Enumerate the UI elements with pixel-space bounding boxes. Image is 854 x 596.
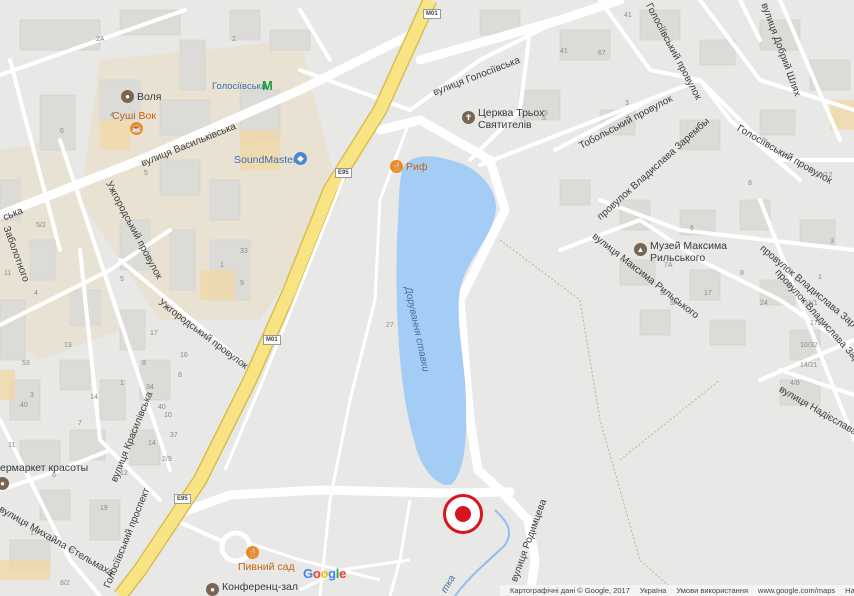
house-number: 37 [170, 432, 178, 439]
house-number: 8 [740, 270, 744, 277]
poi-supermarket[interactable]: ермаркет красоты [0, 463, 88, 474]
volia-pin-icon[interactable]: ● [121, 90, 134, 103]
report-link[interactable]: Надіслати [845, 586, 854, 595]
house-number: 5 [542, 115, 546, 122]
konferents-zal-icon[interactable]: ● [206, 583, 219, 596]
house-number: 2А [96, 36, 105, 43]
house-number: 53 [22, 360, 30, 367]
house-number: 1 [120, 380, 124, 387]
road-shield-m01-top: M01 [423, 9, 441, 19]
house-number: 17 [150, 330, 158, 337]
poi-volia[interactable]: Воля [137, 92, 161, 103]
house-number: 6 [60, 128, 64, 135]
google-letter: G [303, 566, 313, 581]
house-number: 17 [30, 530, 38, 537]
house-number: 17/4 [810, 320, 824, 327]
house-number: 9А [670, 300, 679, 307]
house-number: 4 [110, 112, 114, 119]
house-number: 5/2 [36, 222, 46, 229]
poi-soundmaster[interactable]: SoundMaster [234, 155, 296, 166]
house-number: 8 [178, 372, 182, 379]
house-number: 9 [240, 280, 244, 287]
house-number: 3 [660, 290, 664, 297]
google-letter: g [328, 566, 336, 581]
attribution-text: Картографічні дані © Google, 2017 [510, 586, 630, 595]
metro-icon[interactable]: M [262, 78, 273, 93]
road-shield-e95-top: E95 [335, 168, 352, 178]
house-number: 2/9 [162, 456, 172, 463]
house-number: 27 [386, 322, 394, 329]
house-number: 11 [4, 270, 12, 277]
house-number: 5 [144, 170, 148, 177]
house-number: 24 [760, 300, 768, 307]
house-number: 67 [598, 50, 606, 57]
church-icon[interactable]: ✝ [462, 111, 475, 124]
house-number: 14 [148, 440, 156, 447]
museum-icon[interactable]: ▲ [634, 243, 647, 256]
house-number: 5 [70, 548, 74, 555]
poi-tserkva-line1[interactable]: Церква Трьох [478, 108, 544, 119]
google-letter: o [320, 566, 329, 581]
house-number: 6 [690, 225, 694, 232]
house-number: 8/2 [60, 580, 70, 587]
house-number: 51/1 [804, 300, 818, 307]
house-number: 41 [560, 48, 568, 55]
poi-konferents-zal[interactable]: Конференц-зал [222, 582, 298, 593]
house-number: 40 [158, 404, 166, 411]
poi-rif[interactable]: Риф [406, 162, 428, 173]
poi-muzei-line2[interactable]: Рильського [650, 253, 705, 264]
house-number: 5 [120, 276, 124, 283]
house-number: 7А [664, 262, 673, 269]
sushi-vok-cup-icon[interactable]: ☕ [130, 122, 143, 135]
house-number: 17 [704, 290, 712, 297]
terms-link[interactable]: Умови використання [676, 586, 748, 595]
metro-station-label[interactable]: Голосіївська [212, 82, 266, 92]
house-number: 3 [625, 100, 629, 107]
house-number: 11 [8, 442, 16, 449]
house-number: 4/8 [790, 380, 800, 387]
poi-tserkva-line2[interactable]: Святителів [478, 120, 532, 131]
house-number: 7 [78, 420, 82, 427]
house-number: 41 [624, 12, 632, 19]
house-number: 1 [818, 274, 822, 281]
road-shield-m01-mid: M01 [263, 335, 281, 345]
house-number: 20/12 [815, 172, 833, 179]
marker-center-dot [455, 506, 471, 522]
house-number: 3 [830, 238, 834, 245]
house-number: 33 [240, 248, 248, 255]
house-number: 14/21 [800, 362, 818, 369]
map-canvas[interactable]: вулиця Голосіївська вулиця Васильківська… [0, 0, 854, 596]
house-number: 8 [748, 180, 752, 187]
house-number: 2 [232, 36, 236, 43]
house-number: 14 [90, 394, 98, 401]
country-link[interactable]: Україна [640, 586, 666, 595]
poi-sushi-vok[interactable]: Суші Вок [112, 111, 156, 122]
house-number: 8 [142, 360, 146, 367]
selected-location-marker[interactable] [443, 494, 483, 534]
pyvnyi-sad-icon[interactable]: 🍴 [246, 546, 259, 559]
house-number: 6 [52, 472, 56, 479]
attribution-bar: Картографічні дані © Google, 2017 Україн… [500, 585, 854, 596]
poi-muzei-line1[interactable]: Музей Максима [650, 241, 727, 252]
google-logo: Google [303, 566, 346, 581]
house-number: 12 [120, 470, 128, 477]
house-number: 13 [64, 342, 72, 349]
house-number: 16 [180, 352, 188, 359]
house-number: 1 [220, 262, 224, 269]
house-number: 3 [30, 392, 34, 399]
house-number: 34 [146, 384, 154, 391]
poi-pyvnyi-sad[interactable]: Пивний сад [238, 562, 295, 573]
rif-restaurant-icon[interactable]: 🍴 [390, 160, 403, 173]
house-number: 10/32 [800, 342, 818, 349]
house-number: 4 [34, 290, 38, 297]
house-number: 40 [20, 402, 28, 409]
google-letter: e [339, 566, 347, 581]
maps-url-link[interactable]: www.google.com/maps [758, 586, 835, 595]
house-number: 19 [100, 505, 108, 512]
road-shield-e95-bottom: E95 [174, 494, 191, 504]
house-number: 10 [164, 412, 172, 419]
soundmaster-shop-icon[interactable]: ◆ [294, 152, 307, 165]
